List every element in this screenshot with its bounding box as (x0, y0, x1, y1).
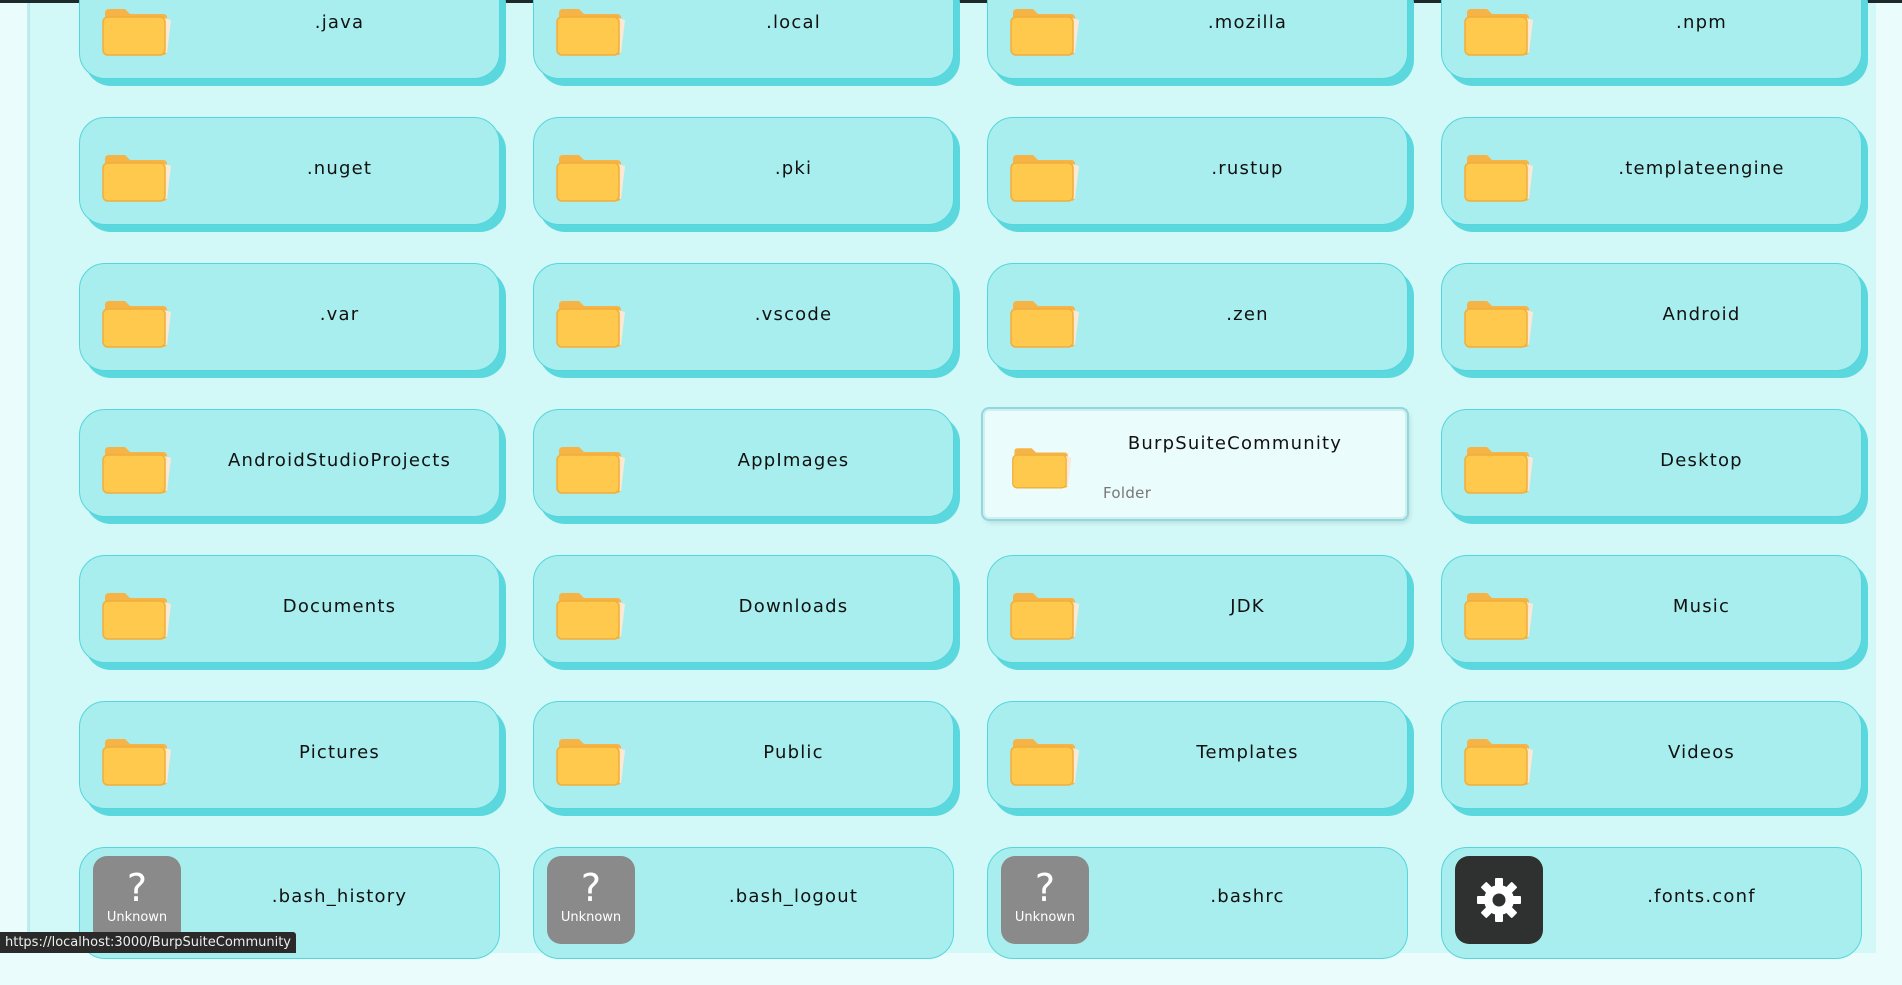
folder-card[interactable]: .zen (987, 263, 1408, 371)
folder-card[interactable]: Templates (987, 701, 1408, 809)
folder-card[interactable]: JDK (987, 555, 1408, 663)
folder-card[interactable]: Downloads (533, 555, 954, 663)
folder-card[interactable]: AppImages (533, 409, 954, 517)
folder-icon (556, 447, 625, 494)
folder-name: .zen (1226, 304, 1269, 325)
unknown-glyph: ? (1034, 866, 1056, 910)
folder-card[interactable]: .java (79, 0, 500, 79)
folder-card-selected[interactable]: BurpSuiteCommunity Folder (983, 409, 1407, 519)
question-icon: ? Unknown (547, 856, 635, 944)
folder-icon (102, 301, 171, 348)
folder-name: .rustup (1211, 158, 1284, 179)
file-name: .bashrc (1210, 886, 1285, 907)
folder-icon (1464, 9, 1533, 56)
folder-icon (1464, 301, 1533, 348)
folder-name: .vscode (754, 304, 833, 325)
folder-icon (1464, 447, 1533, 494)
folder-card[interactable]: Desktop (1441, 409, 1862, 517)
folder-card[interactable]: .npm (1441, 0, 1862, 79)
folder-card[interactable]: Pictures (79, 701, 500, 809)
file-browser-panel: .java .local .mozilla .npm .nuget .pki .… (29, 0, 1876, 959)
folder-icon (102, 155, 171, 202)
folder-name: Public (763, 742, 824, 763)
folder-name: BurpSuiteCommunity (1127, 433, 1343, 454)
folder-card[interactable]: .mozilla (987, 0, 1408, 79)
folder-icon (556, 155, 625, 202)
folder-icon (1010, 593, 1079, 640)
gear-icon (1455, 856, 1543, 944)
unknown-glyph: ? (126, 866, 148, 910)
file-card[interactable]: .fonts.conf (1441, 847, 1862, 959)
folder-name: Android (1662, 304, 1741, 325)
file-card[interactable]: ? Unknown .bashrc (987, 847, 1408, 959)
folder-name: Documents (282, 596, 397, 617)
folder-name: .nuget (306, 158, 373, 179)
file-type-label: Unknown (106, 910, 168, 925)
folder-name: JDK (1230, 596, 1265, 617)
folder-card[interactable]: Android (1441, 263, 1862, 371)
folder-icon (102, 593, 171, 640)
folder-icon (1010, 301, 1079, 348)
folder-name: Videos (1667, 742, 1735, 763)
folder-name: .npm (1676, 12, 1727, 33)
question-icon: ? Unknown (1001, 856, 1089, 944)
folder-card[interactable]: Music (1441, 555, 1862, 663)
status-bar-url: https://localhost:3000/BurpSuiteCommunit… (0, 932, 296, 953)
folder-card[interactable]: .pki (533, 117, 954, 225)
folder-card[interactable]: AndroidStudioProjects (79, 409, 500, 517)
folder-icon (556, 593, 625, 640)
folder-card[interactable]: .vscode (533, 263, 954, 371)
unknown-glyph: ? (580, 866, 602, 910)
folder-name: Downloads (738, 596, 849, 617)
file-type-label: Unknown (1014, 910, 1076, 925)
folder-icon (1010, 9, 1079, 56)
folder-icon (556, 9, 625, 56)
folder-name: Desktop (1660, 450, 1743, 471)
file-name: .bash_logout (728, 886, 859, 907)
file-type-label: Unknown (560, 910, 622, 925)
folder-card[interactable]: .var (79, 263, 500, 371)
folder-icon (102, 9, 171, 56)
folder-name: Templates (1196, 742, 1299, 763)
folder-card[interactable]: .rustup (987, 117, 1408, 225)
folder-card[interactable]: .local (533, 0, 954, 79)
folder-name: Music (1672, 596, 1731, 617)
folder-icon (1010, 155, 1079, 202)
folder-name: .templateengine (1618, 158, 1785, 179)
folder-icon (1012, 448, 1072, 489)
file-name: .fonts.conf (1647, 886, 1756, 907)
folder-card[interactable]: .nuget (79, 117, 500, 225)
folder-name: .java (314, 12, 365, 33)
question-icon: ? Unknown (93, 856, 181, 944)
folder-card[interactable]: .templateengine (1441, 117, 1862, 225)
folder-icon (1464, 593, 1533, 640)
folder-name: Pictures (299, 742, 380, 763)
folder-name: .mozilla (1207, 12, 1288, 33)
folder-name: .local (766, 12, 821, 33)
folder-card[interactable]: Documents (79, 555, 500, 663)
folder-icon (1010, 739, 1079, 786)
folder-card[interactable]: Videos (1441, 701, 1862, 809)
item-type-label: Folder (1103, 484, 1152, 502)
folder-name: AppImages (737, 450, 850, 471)
folder-icon (102, 739, 171, 786)
file-name: .bash_history (271, 886, 408, 907)
folder-icon (556, 739, 625, 786)
folder-name: .var (319, 304, 360, 325)
folder-card[interactable]: Public (533, 701, 954, 809)
folder-icon (102, 447, 171, 494)
folder-icon (1464, 739, 1533, 786)
folder-icon (1464, 155, 1533, 202)
file-card[interactable]: ? Unknown .bash_logout (533, 847, 954, 959)
folder-icon (556, 301, 625, 348)
folder-name: .pki (774, 158, 813, 179)
file-grid: .java .local .mozilla .npm .nuget .pki .… (79, 0, 1862, 985)
folder-name: AndroidStudioProjects (227, 450, 452, 471)
